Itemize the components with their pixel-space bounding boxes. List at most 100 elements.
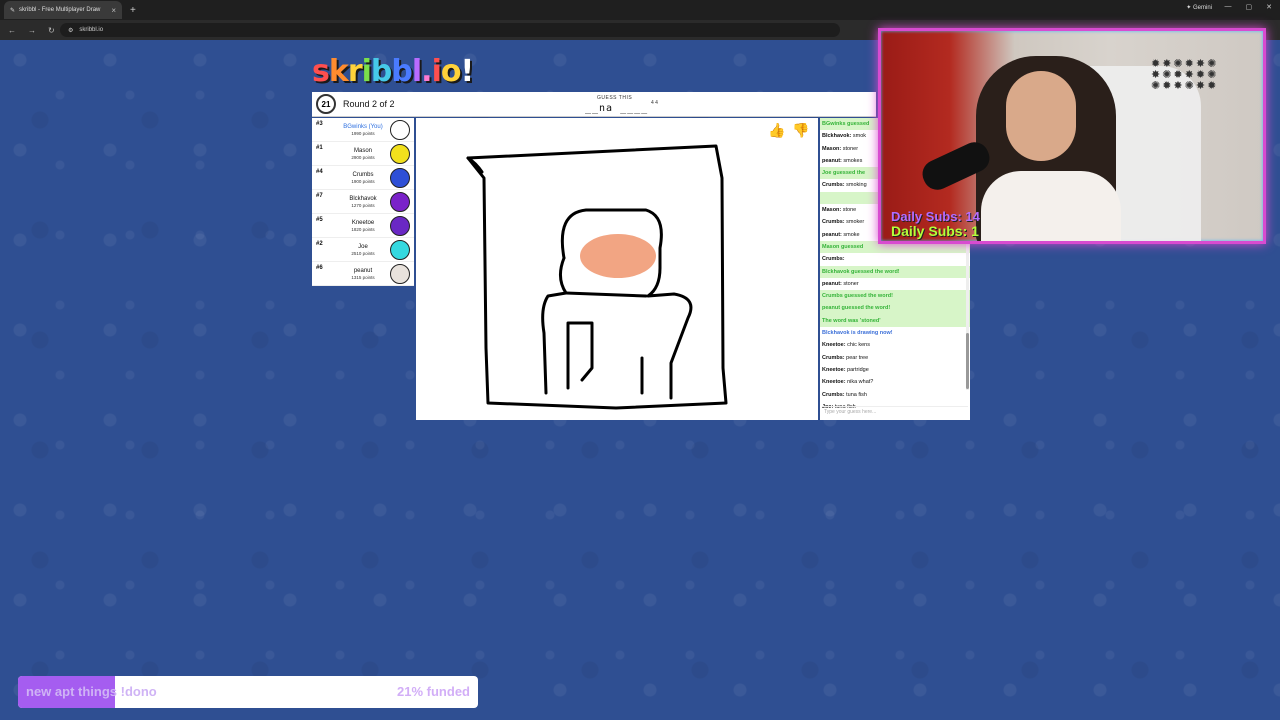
- daily-subs-total: Daily Subs: 14: [891, 209, 980, 224]
- url-text: skribbl.io: [79, 27, 104, 33]
- player-avatar: [390, 144, 410, 164]
- webcam-overlay: ✹✸✺✹✸✺ ✸✺✹✸✹✺ ✺✹✸✺✸✹ Daily Subs: 14 Daily …: [878, 28, 1266, 244]
- player-avatar: [390, 168, 410, 188]
- chat-sender: Kneetoe:: [822, 366, 846, 373]
- drawing-chair-left: [541, 256, 568, 395]
- chat-sender: Mason:: [822, 145, 842, 152]
- chat-text: stoner: [842, 145, 859, 152]
- logo-letter: i: [431, 54, 442, 89]
- window-controls: — ▢ ✕: [1225, 3, 1273, 11]
- player-points: 1315 points: [351, 275, 375, 280]
- chat-scroll-thumb[interactable]: [966, 333, 969, 389]
- player-row[interactable]: #6 peanut 1315 points: [312, 262, 414, 286]
- drawing-chair-leg-left: [566, 321, 594, 390]
- chat-message: Crumbs guessed the word!: [820, 290, 970, 303]
- chat-message: Kneetoe: chic kens: [820, 339, 970, 351]
- browser-tab-bar: ✎ skribbl - Free Multiplayer Draw × + ✦ …: [0, 0, 1280, 20]
- chat-sender: Crumbs:: [822, 219, 845, 226]
- chat-message: Blckhavok is drawing now!: [820, 327, 970, 339]
- chat-message: Blckhavok guessed the word!: [820, 265, 970, 278]
- player-rank: #5: [316, 217, 323, 223]
- chat-text: Mason guessed: [822, 243, 864, 250]
- chat-text: pear tree: [846, 354, 869, 361]
- chat-message: peanut: stoner: [820, 278, 970, 290]
- player-rank: #6: [316, 265, 323, 271]
- back-icon[interactable]: ←: [8, 26, 16, 35]
- chat-text: stoner: [843, 280, 859, 287]
- player-points: 2900 points: [351, 155, 375, 160]
- url-field[interactable]: ⚙ skribbl.io: [60, 23, 840, 37]
- drawing-canvas[interactable]: 👍 👎: [416, 118, 818, 420]
- player-points: 1900 points: [351, 179, 375, 184]
- webcam-person-body: [981, 171, 1121, 241]
- forward-icon[interactable]: →: [28, 26, 36, 35]
- word-hint: __na ____: [585, 103, 649, 114]
- drawing: [466, 144, 728, 410]
- chat-input[interactable]: Type your guess here...: [822, 406, 968, 416]
- chat-text: tuna fish: [846, 391, 867, 398]
- chat-sender: Crumbs:: [822, 182, 845, 189]
- chat-text: The word was 'stoned': [822, 317, 881, 324]
- wall-art: ✹✸✺✹✸✺ ✸✺✹✸✹✺ ✺✹✸✺✸✹: [1151, 58, 1219, 92]
- logo-letter: i: [361, 54, 372, 89]
- player-rank: #2: [316, 241, 323, 247]
- timer-clock: 21: [316, 94, 336, 114]
- gemini-label: Gemini: [1192, 5, 1212, 11]
- minimize-icon[interactable]: —: [1225, 3, 1232, 11]
- chat-message: The word was 'stoned': [820, 314, 970, 328]
- webcam-person-face: [1006, 71, 1076, 161]
- player-points: 1990 points: [351, 131, 375, 136]
- logo-letter: !: [460, 54, 475, 89]
- chat-sender: Blckhavok:: [822, 133, 852, 140]
- chat-text: stone: [842, 207, 857, 214]
- player-row[interactable]: #5 Kneetoe 1820 points: [312, 214, 414, 238]
- tab-favicon-icon: ✎: [10, 7, 16, 14]
- chat-text: nika what?: [847, 379, 874, 386]
- player-row[interactable]: #7 Blckhavok 1270 points: [312, 190, 414, 214]
- chat-text: smoker: [846, 219, 865, 226]
- player-points: 1820 points: [351, 227, 375, 232]
- chat-text: smokes: [843, 157, 863, 164]
- new-tab-icon[interactable]: +: [130, 5, 136, 16]
- chat-sender: peanut:: [822, 231, 842, 238]
- logo-letter: l: [411, 54, 422, 89]
- chat-message: peanut guessed the word!: [820, 302, 970, 315]
- chat-message: Crumbs:: [820, 253, 970, 265]
- daily-subs-today: Daily Subs: 1: [891, 223, 979, 239]
- player-row[interactable]: #3 BGwinks (You) 1990 points: [312, 118, 414, 142]
- player-row[interactable]: #2 Joe 2510 points: [312, 238, 414, 262]
- chat-sender: Mason:: [822, 207, 842, 214]
- logo-letter: o: [440, 54, 462, 89]
- thumbs-down-icon[interactable]: 👎: [792, 122, 809, 139]
- maximize-icon[interactable]: ▢: [1246, 3, 1253, 11]
- player-name: BGwinks (You): [343, 124, 383, 130]
- player-avatar: [390, 264, 410, 284]
- player-list: #3 BGwinks (You) 1990 points #1 Mason 2900 po…: [312, 118, 414, 286]
- close-window-icon[interactable]: ✕: [1266, 3, 1272, 11]
- chat-sender: peanut:: [822, 157, 842, 164]
- donation-funded: 21% funded: [397, 684, 470, 699]
- timer-value: 21: [321, 99, 331, 109]
- chat-sender: peanut:: [822, 280, 842, 287]
- chat-text: smoke: [843, 231, 860, 238]
- player-avatar: [390, 192, 410, 212]
- chat-text: peanut guessed the word!: [822, 305, 891, 312]
- reload-icon[interactable]: ↻: [48, 26, 55, 35]
- site-info-icon[interactable]: ⚙: [68, 27, 73, 34]
- chat-text: smok: [852, 133, 867, 140]
- chat-text: Blckhavok guessed the word!: [822, 268, 900, 275]
- logo-letter: s: [312, 54, 330, 89]
- gemini-button[interactable]: ✦ Gemini: [1186, 4, 1212, 11]
- drawing-frame-corner: [466, 156, 484, 174]
- browser-tab[interactable]: ✎ skribbl - Free Multiplayer Draw ×: [4, 1, 122, 19]
- chat-sender: Kneetoe:: [822, 379, 846, 386]
- player-row[interactable]: #1 Mason 2900 points: [312, 142, 414, 166]
- donation-label: new apt things !dono: [26, 684, 157, 699]
- player-row[interactable]: #4 Crumbs 1900 points: [312, 166, 414, 190]
- player-rank: #4: [316, 169, 323, 175]
- tab-close-icon[interactable]: ×: [111, 6, 116, 15]
- logo-letter: b: [391, 54, 413, 89]
- player-rank: #3: [316, 121, 323, 127]
- thumbs-up-icon[interactable]: 👍: [768, 122, 785, 139]
- chat-text: partridge: [847, 366, 869, 373]
